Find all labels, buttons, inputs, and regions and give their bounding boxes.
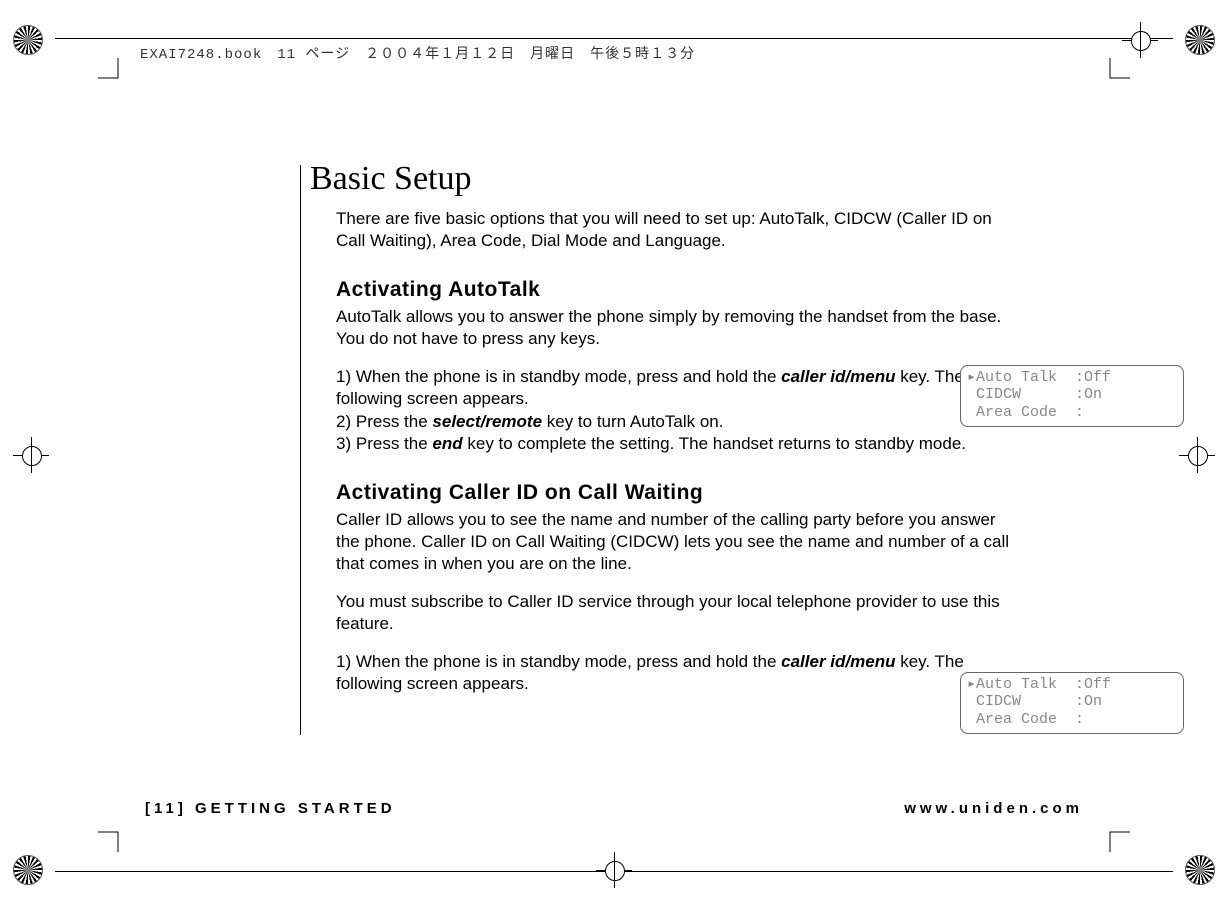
corner-mark-icon bbox=[1090, 58, 1130, 98]
autotalk-step-2: 2) Press the select/remote key to turn A… bbox=[336, 411, 1010, 433]
footer-left: [11] GETTING STARTED bbox=[145, 800, 396, 817]
autotalk-paragraph: AutoTalk allows you to answer the phone … bbox=[336, 306, 1010, 350]
autotalk-step-1: 1) When the phone is in standby mode, pr… bbox=[336, 366, 1010, 410]
crosshair-icon bbox=[596, 852, 632, 888]
cidcw-step-1: 1) When the phone is in standby mode, pr… bbox=[336, 651, 1010, 695]
crop-line bbox=[55, 38, 1173, 39]
page-content: Basic Setup There are five basic options… bbox=[310, 160, 1010, 695]
corner-mark-icon bbox=[1090, 812, 1130, 852]
cidcw-paragraph-2: You must subscribe to Caller ID service … bbox=[336, 591, 1010, 635]
content-left-rule bbox=[300, 165, 301, 735]
key-label: end bbox=[432, 434, 462, 453]
page-footer: [11] GETTING STARTED www.uniden.com bbox=[145, 800, 1083, 817]
section-heading-autotalk: Activating AutoTalk bbox=[336, 278, 1010, 302]
crosshair-icon bbox=[1122, 22, 1158, 58]
corner-mark-icon bbox=[98, 812, 138, 852]
key-label: select/remote bbox=[432, 412, 542, 431]
footer-right: www.uniden.com bbox=[904, 800, 1083, 817]
key-label: caller id/menu bbox=[781, 367, 895, 386]
page-title: Basic Setup bbox=[310, 160, 1010, 198]
registration-mark-icon bbox=[1185, 25, 1215, 55]
crosshair-icon bbox=[13, 437, 49, 473]
registration-mark-icon bbox=[13, 25, 43, 55]
intro-paragraph: There are five basic options that you wi… bbox=[336, 208, 1010, 252]
lcd-screen-autotalk: ▸Auto Talk :Off CIDCW :On Area Code : bbox=[960, 365, 1184, 427]
lcd-screen-cidcw: ▸Auto Talk :Off CIDCW :On Area Code : bbox=[960, 672, 1184, 734]
section-heading-cidcw: Activating Caller ID on Call Waiting bbox=[336, 481, 1010, 505]
registration-mark-icon bbox=[13, 855, 43, 885]
corner-mark-icon bbox=[98, 58, 138, 98]
autotalk-step-3: 3) Press the end key to complete the set… bbox=[336, 433, 1010, 455]
cidcw-paragraph-1: Caller ID allows you to see the name and… bbox=[336, 509, 1010, 575]
key-label: caller id/menu bbox=[781, 652, 895, 671]
crosshair-icon bbox=[1179, 437, 1215, 473]
registration-mark-icon bbox=[1185, 855, 1215, 885]
source-file-meta: EXAI7248.book 11 ページ ２００４年１月１２日 月曜日 午後５時… bbox=[140, 43, 695, 63]
